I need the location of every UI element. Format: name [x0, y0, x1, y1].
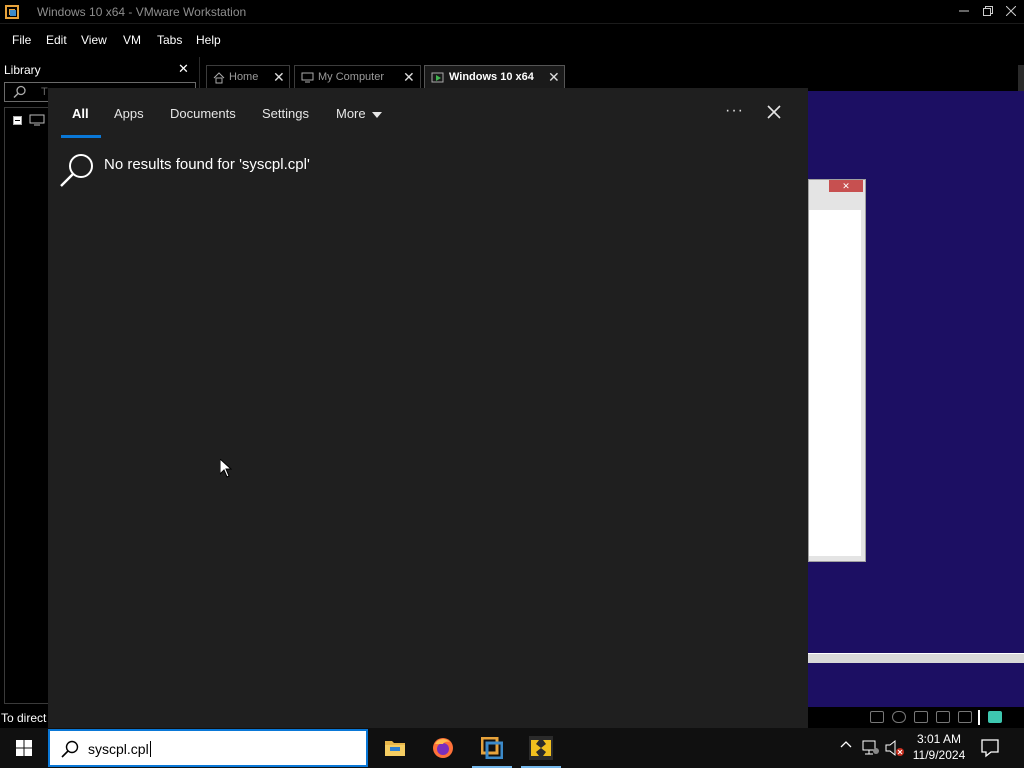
sound-icon[interactable] [958, 711, 972, 723]
taskbar-vmware-app[interactable] [517, 728, 565, 768]
tab-home[interactable]: Home ✕ [206, 65, 290, 89]
vm-display[interactable]: ✕ [808, 91, 1024, 707]
tab-home-label: Home [229, 71, 259, 83]
guest-dialog-close-button[interactable]: ✕ [829, 180, 863, 192]
tab-my-computer-close-icon[interactable]: ✕ [403, 69, 415, 86]
search-tab-more[interactable]: More [336, 106, 382, 121]
library-close-button[interactable]: ✕ [178, 61, 189, 77]
tray-network-button[interactable] [862, 740, 880, 759]
close-icon[interactable] [766, 104, 782, 120]
taskbar-search-value: syscpl.cpl [88, 741, 149, 757]
computer-icon [29, 114, 45, 126]
tab-my-computer[interactable]: My Computer ✕ [294, 65, 421, 89]
status-separator [978, 710, 980, 725]
close-icon [1005, 5, 1017, 17]
guest-dialog-content [809, 210, 861, 556]
guest-dialog-window[interactable]: ✕ [808, 179, 866, 562]
tab-windows-10-x64-close-icon[interactable]: ✕ [548, 69, 560, 86]
close-button[interactable] [999, 0, 1023, 24]
vmware-logo-icon [5, 5, 19, 19]
clock-date: 11/9/2024 [912, 748, 966, 762]
search-icon [60, 154, 93, 187]
message-icon[interactable] [988, 711, 1002, 723]
usb-icon[interactable] [936, 711, 950, 723]
cd-icon[interactable] [892, 711, 906, 723]
menu-bar: File Edit View VM Tabs Help [0, 25, 1024, 57]
network-icon[interactable] [914, 711, 928, 723]
menu-file[interactable]: File [12, 33, 31, 47]
minimize-icon [959, 10, 969, 12]
menu-view[interactable]: View [81, 33, 107, 47]
windows-taskbar: syscpl.cpl 3:01 AM 11/9/2024 [0, 728, 1024, 768]
windows-logo-icon [16, 740, 32, 756]
tree-collapse-icon[interactable] [13, 116, 22, 125]
search-tab-more-label: More [336, 106, 366, 121]
search-tab-documents[interactable]: Documents [170, 106, 236, 121]
action-center-button[interactable] [980, 738, 1000, 761]
minimize-button[interactable] [952, 0, 976, 24]
tab-my-computer-label: My Computer [318, 71, 385, 83]
firefox-icon [433, 738, 453, 758]
title-bar: Windows 10 x64 - VMware Workstation [0, 0, 1024, 24]
taskbar-firefox[interactable] [419, 728, 467, 768]
no-results-message: No results found for 'syscpl.cpl' [104, 156, 310, 173]
search-tab-apps[interactable]: Apps [114, 106, 144, 121]
tab-strip: Home ✕ My Computer ✕ Windows 10 x64 ✕ [202, 57, 1024, 91]
menu-edit[interactable]: Edit [46, 33, 67, 47]
tab-windows-10-x64[interactable]: Windows 10 x64 ✕ [424, 65, 565, 89]
taskbar-search-input[interactable]: syscpl.cpl [48, 729, 368, 767]
search-icon [13, 85, 26, 99]
file-explorer-icon [385, 741, 405, 756]
options-button[interactable]: ··· [725, 102, 744, 120]
menu-vm[interactable]: VM [123, 33, 141, 47]
hdd-icon[interactable] [870, 711, 884, 723]
taskbar-clock[interactable]: 3:01 AM 11/9/2024 [908, 731, 970, 763]
network-icon [862, 740, 879, 755]
chevron-up-icon [840, 741, 852, 748]
library-search-placeholder: T [41, 86, 48, 98]
search-flyout: All Apps Documents Settings More ··· No … [48, 88, 808, 728]
volume-muted-icon [885, 739, 904, 757]
search-tab-all[interactable]: All [72, 106, 89, 121]
start-button[interactable] [0, 728, 48, 768]
active-tab-indicator [61, 135, 101, 138]
guest-horizontal-bar [808, 653, 1024, 663]
computer-icon [301, 72, 314, 83]
dropdown-caret-icon [371, 111, 382, 118]
vm-running-icon [431, 72, 444, 83]
search-tab-settings[interactable]: Settings [262, 106, 309, 121]
tab-home-close-icon[interactable]: ✕ [273, 69, 285, 86]
restore-icon [983, 6, 993, 16]
maximize-button[interactable] [976, 0, 1000, 24]
tray-volume-button[interactable] [885, 739, 905, 760]
window-title: Windows 10 x64 - VMware Workstation [37, 5, 247, 19]
search-icon [61, 740, 79, 758]
tray-overflow-button[interactable] [840, 739, 852, 754]
vm-device-icons [808, 707, 1024, 728]
status-hint-text: To direct [1, 711, 47, 725]
home-icon [213, 72, 225, 84]
menu-tabs[interactable]: Tabs [157, 33, 182, 47]
vmware-app-icon [529, 736, 553, 760]
notification-icon [981, 739, 999, 758]
clock-time: 3:01 AM [916, 732, 962, 746]
menu-help[interactable]: Help [196, 33, 221, 47]
taskbar-file-explorer[interactable] [370, 728, 418, 768]
tab-windows-10-x64-label: Windows 10 x64 [449, 71, 534, 83]
vmware-status-bar: To direct [0, 707, 48, 728]
taskbar-vmware-workstation[interactable] [468, 728, 516, 768]
vmware-workstation-icon [481, 737, 503, 759]
library-title: Library [4, 63, 41, 77]
mouse-cursor-icon [220, 459, 232, 478]
tab-scroll-handle[interactable] [1018, 65, 1024, 91]
